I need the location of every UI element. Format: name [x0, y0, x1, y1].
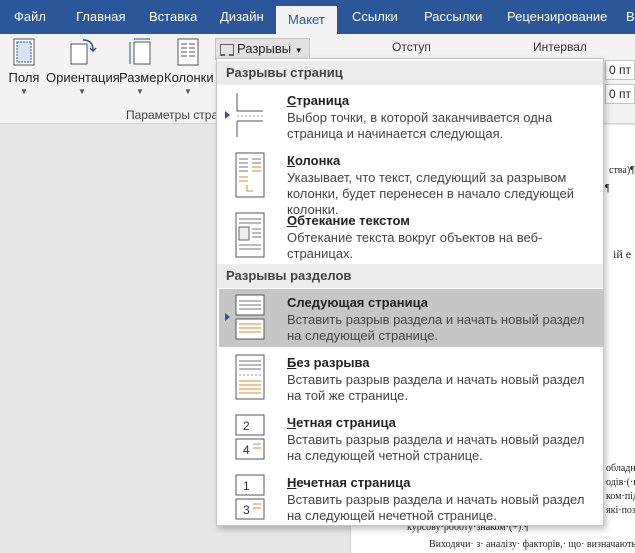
- section-header-section-breaks: Разрывы разделов: [217, 264, 603, 288]
- chevron-down-icon: ▼: [78, 87, 86, 96]
- even-page-section-icon: 24: [235, 414, 265, 460]
- pointer-arrow-icon: [225, 111, 230, 119]
- columns-button[interactable]: Колонки ▼: [164, 34, 214, 108]
- chevron-down-icon: ▼: [20, 87, 28, 96]
- next-page-section-icon: [235, 294, 265, 340]
- continuous-section-icon: [235, 354, 265, 400]
- menu-item-description: Вставить разрыв раздела и начать новый р…: [287, 492, 585, 523]
- svg-text:1: 1: [243, 479, 250, 493]
- doc-text-fragment: які·поз: [606, 505, 635, 516]
- doc-text-fragment: ій е: [613, 247, 632, 261]
- orientation-icon: [70, 39, 97, 65]
- tab-insert[interactable]: Вставка: [149, 0, 197, 34]
- tab-home[interactable]: Главная: [76, 0, 125, 34]
- margins-icon: [13, 38, 35, 66]
- section-header-page-breaks: Разрывы страниц: [217, 61, 603, 85]
- menu-item-column-break[interactable]: Колонка Указывает, что текст, следующий …: [219, 147, 603, 217]
- tab-references[interactable]: Ссылки: [352, 0, 398, 34]
- menu-item-title: Колонка: [287, 153, 341, 168]
- margins-button[interactable]: Поля ▼: [6, 34, 42, 108]
- chevron-down-icon: ▼: [294, 46, 303, 55]
- menu-item-next-page[interactable]: Следующая страница Вставить разрыв разде…: [219, 289, 603, 347]
- text-wrapping-icon: [235, 212, 265, 258]
- menu-item-description: Вставить разрыв раздела и начать новый р…: [287, 372, 585, 403]
- tab-design[interactable]: Дизайн: [220, 0, 264, 34]
- svg-text:2: 2: [243, 419, 250, 433]
- pointer-arrow-icon: [225, 313, 230, 321]
- menu-item-description: Вставить разрыв раздела и начать новый р…: [287, 432, 585, 463]
- menu-item-page-break[interactable]: Страница Выбор точки, в которой заканчив…: [219, 87, 603, 145]
- menu-item-text-wrapping[interactable]: Обтекание текстом Обтекание текста вокру…: [219, 207, 603, 265]
- menu-item-title: Следующая страница: [287, 295, 428, 310]
- menu-item-title: Обтекание текстом: [287, 213, 410, 228]
- menu-item-odd-page[interactable]: 13 Нечетная страница Вставить разрыв раз…: [219, 469, 603, 527]
- doc-text-line: Виходячи· з· аналізу· факторів,· що· виз…: [429, 539, 635, 550]
- size-button[interactable]: Размер ▼: [119, 34, 164, 108]
- spacing-before-input[interactable]: 0 пт: [605, 60, 635, 80]
- size-label: Размер: [119, 70, 164, 85]
- menu-item-title: Четная страница: [287, 415, 396, 430]
- doc-text-fragment: обладн: [606, 463, 635, 474]
- breaks-dropdown-menu: Разрывы страниц Страница Выбор точки, в …: [216, 58, 604, 526]
- doc-text-fragment: ком·підп: [606, 491, 635, 502]
- tab-file[interactable]: Файл: [14, 0, 46, 34]
- menu-item-even-page[interactable]: 24 Четная страница Вставить разрыв разде…: [219, 409, 603, 467]
- columns-icon: [177, 38, 199, 66]
- doc-text-fragment: ства)¶: [609, 165, 635, 176]
- orientation-button[interactable]: Ориентация ▼: [46, 34, 120, 108]
- column-break-icon: [235, 152, 265, 198]
- doc-text-fragment: ¶: [605, 183, 610, 194]
- page-break-icon: [220, 43, 234, 56]
- indent-label: Отступ: [392, 40, 431, 54]
- orientation-label: Ориентация: [46, 70, 120, 85]
- menu-item-description: Выбор точки, в которой заканчивается одн…: [287, 110, 553, 141]
- breaks-button[interactable]: Разрывы ▼: [215, 38, 310, 60]
- doc-text-fragment: одів·(·н: [606, 477, 635, 488]
- tab-review[interactable]: Рецензирование: [507, 0, 607, 34]
- menu-item-description: Обтекание текста вокруг объектов на веб-…: [287, 230, 543, 261]
- page-setup-group-label: Параметры стра: [126, 108, 219, 122]
- interval-label: Интервал: [533, 40, 587, 54]
- columns-label: Колонки: [164, 70, 214, 85]
- margins-label: Поля: [8, 70, 40, 85]
- tab-view[interactable]: В: [626, 0, 635, 34]
- tab-mailings[interactable]: Рассылки: [424, 0, 482, 34]
- page-break-icon: [236, 93, 263, 137]
- ribbon-tab-bar: Файл Главная Вставка Дизайн Макет Ссылки…: [0, 0, 635, 34]
- menu-item-continuous[interactable]: Без разрыва Вставить разрыв раздела и на…: [219, 349, 603, 407]
- menu-item-title: Нечетная страница: [287, 475, 411, 490]
- menu-item-description: Вставить разрыв раздела и начать новый р…: [287, 312, 585, 343]
- chevron-down-icon: ▼: [184, 87, 192, 96]
- menu-item-title: Без разрыва: [287, 355, 370, 370]
- chevron-down-icon: ▼: [136, 87, 144, 96]
- tab-layout[interactable]: Макет: [276, 6, 337, 34]
- odd-page-section-icon: 13: [235, 474, 265, 520]
- spacing-after-input[interactable]: 0 пт: [605, 84, 635, 104]
- breaks-label: Разрывы: [237, 41, 292, 56]
- menu-item-title: Страница: [287, 93, 350, 108]
- svg-text:4: 4: [243, 443, 250, 457]
- svg-text:3: 3: [243, 503, 250, 517]
- page-size-icon: [129, 38, 151, 65]
